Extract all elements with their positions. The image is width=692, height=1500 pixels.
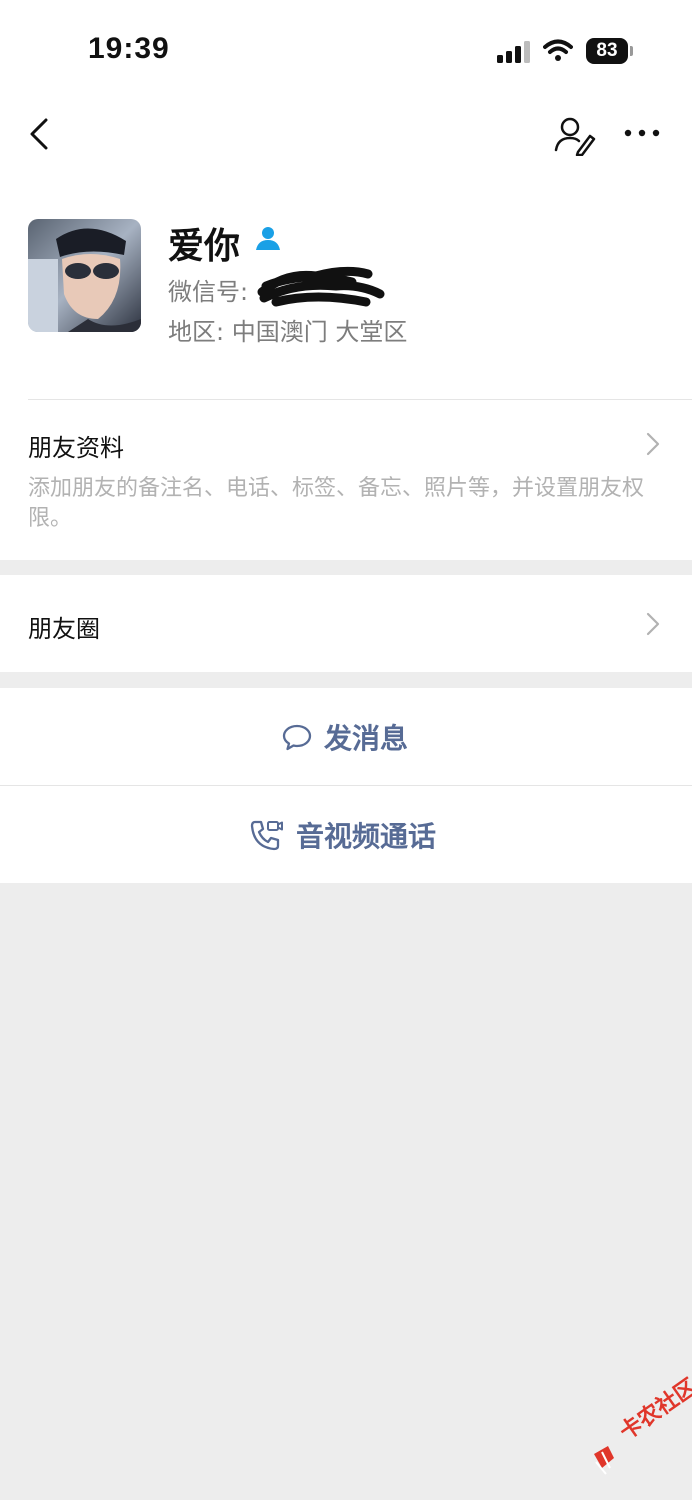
battery-level: 83 [586,38,628,64]
wechat-id: 微信号: [168,272,248,307]
profile-region: 地区: 中国澳门 大堂区 [168,318,408,346]
video-call-label: 音视频通话 [296,819,437,853]
status-bar: 19:39 83 [0,0,692,100]
friend-info-description: 添加朋友的备注名、电话、标签、备忘、照片等，并设置朋友权限。 [28,476,645,531]
redaction-scribble [257,266,385,307]
signal-icon [497,41,530,63]
friend-info-title: 朋友资料 [28,434,124,462]
wifi-icon [543,39,573,61]
moments-label: 朋友圈 [28,615,100,643]
moments-row[interactable]: 朋友圈 [0,575,692,672]
friend-info-row[interactable]: 朋友资料 添加朋友的备注名、电话、标签、备忘、照片等，并设置朋友权限。 [0,400,692,560]
friend-badge-icon [256,227,280,250]
avatar[interactable] [28,219,141,332]
status-time: 19:39 [88,32,170,65]
back-chevron-icon[interactable] [26,116,56,152]
send-message-label: 发消息 [324,721,409,755]
send-message-button[interactable]: 发消息 [0,688,692,785]
wechat-id-label: 微信号: [168,278,249,306]
video-call-button[interactable]: 音视频通话 [0,786,692,883]
battery-tip [630,46,633,56]
chevron-right-icon [646,432,660,456]
chevron-right-icon [646,612,660,636]
more-icon[interactable] [624,122,660,144]
chat-bubble-icon [282,724,312,750]
video-call-icon [250,820,283,850]
profile-name: 爱你 [168,226,241,267]
edit-profile-icon[interactable] [552,114,596,156]
